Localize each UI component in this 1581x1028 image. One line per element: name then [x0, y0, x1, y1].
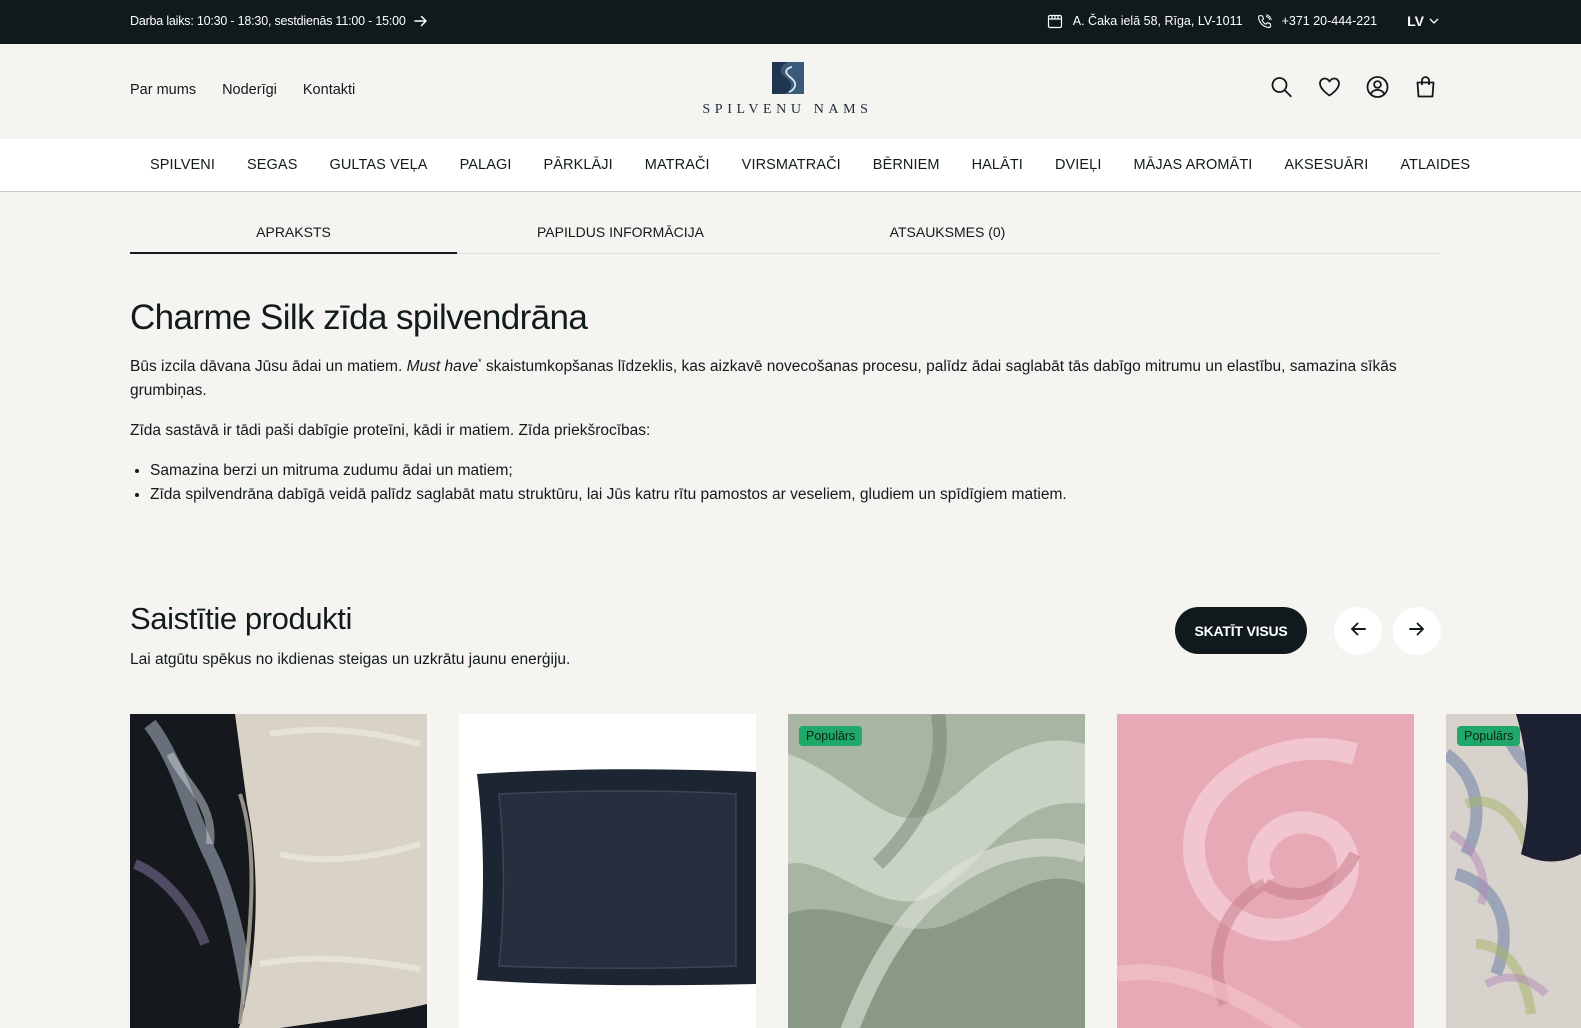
site-header: Par mums Noderīgi Kontakti SPILVENU NAMS	[0, 44, 1581, 139]
product-card-navy-pillowcase[interactable]	[459, 714, 756, 1028]
language-selector[interactable]: LV	[1407, 13, 1439, 29]
header-link-useful[interactable]: Noderīgi	[222, 82, 277, 98]
product-card-floral-silk[interactable]: Populārs	[1446, 714, 1581, 1028]
nav-item-parklaji[interactable]: PĀRKLĀJI	[543, 157, 612, 173]
nav-item-virsmatraci[interactable]: VIRSMATRAČI	[742, 157, 841, 173]
product-image	[459, 714, 756, 1028]
benefit-item: Samazina berzi un mitruma zudumu ādai un…	[150, 459, 1442, 483]
top-bar: Darba laiks: 10:30 - 18:30, sestdienās 1…	[0, 0, 1581, 44]
store-icon	[1047, 14, 1063, 29]
logo-text: SPILVENU NAMS	[702, 102, 873, 117]
arrow-right-icon	[413, 15, 428, 27]
site-logo[interactable]: SPILVENU NAMS	[700, 62, 875, 124]
nav-item-palagi[interactable]: PALAGI	[460, 157, 512, 173]
header-icons	[1270, 75, 1437, 99]
chevron-down-icon	[1429, 18, 1439, 24]
badge-popular: Populārs	[1457, 726, 1521, 746]
arrow-left-icon	[1350, 622, 1366, 641]
benefits-list: Samazina berzi un mitruma zudumu ādai un…	[130, 459, 1442, 507]
store-address[interactable]: A. Čaka ielā 58, Rīga, LV-1011	[1047, 14, 1243, 29]
logo-mark-icon	[771, 62, 804, 94]
benefit-item: Zīda spilvendrāna dabīgā veidā palīdz sa…	[150, 483, 1442, 507]
header-link-about[interactable]: Par mums	[130, 82, 196, 98]
nav-item-atlaides[interactable]: ATLAIDES	[1400, 157, 1470, 173]
header-links: Par mums Noderīgi Kontakti	[130, 82, 355, 98]
working-hours[interactable]: Darba laiks: 10:30 - 18:30, sestdienās 1…	[130, 14, 428, 28]
wishlist-heart-icon[interactable]	[1318, 75, 1341, 99]
product-image	[1446, 714, 1581, 1028]
nav-item-gultas-vela[interactable]: GULTAS VEĻA	[329, 157, 427, 173]
nav-item-dvieli[interactable]: DVIEĻI	[1055, 157, 1102, 173]
description-paragraph-2: Zīda sastāvā ir tādi paši dabīgie proteī…	[130, 422, 651, 440]
p1-start: Būs izcila dāvana Jūsu ādai un matiem.	[130, 358, 407, 376]
p1-emphasis: Must have	[406, 358, 479, 376]
product-image	[1117, 714, 1414, 1028]
phone-link[interactable]: +371 20-444-221	[1257, 13, 1378, 29]
nav-item-segas[interactable]: SEGAS	[247, 157, 297, 173]
tab-reviews[interactable]: ATSAUKSMES (0)	[784, 224, 1111, 254]
nav-item-halati[interactable]: HALĀTI	[972, 157, 1023, 173]
account-icon[interactable]	[1366, 75, 1389, 99]
working-hours-text: Darba laiks: 10:30 - 18:30, sestdienās 1…	[130, 14, 406, 28]
product-card-pink-silk[interactable]	[1117, 714, 1414, 1028]
language-label: LV	[1407, 13, 1424, 29]
product-card-sage-silk[interactable]: Populārs	[788, 714, 1085, 1028]
badge-popular: Populārs	[799, 726, 863, 746]
arrow-right-icon	[1409, 622, 1425, 641]
tab-description[interactable]: APRAKSTS	[130, 224, 457, 254]
tab-additional-info[interactable]: PAPILDUS INFORMĀCIJA	[457, 224, 784, 254]
nav-item-majas-aromati[interactable]: MĀJAS AROMĀTI	[1133, 157, 1252, 173]
product-image	[130, 714, 427, 1028]
address-text: A. Čaka ielā 58, Rīga, LV-1011	[1072, 14, 1243, 28]
search-icon[interactable]	[1270, 75, 1293, 99]
product-image	[788, 714, 1085, 1028]
product-card-ivory-silk[interactable]	[130, 714, 427, 1028]
phone-icon	[1257, 13, 1272, 29]
carousel-next-button[interactable]	[1393, 607, 1441, 655]
related-products-title: Saistītie produkti	[130, 601, 352, 636]
product-title: Charme Silk zīda spilvendrāna	[130, 298, 588, 337]
header-link-contacts[interactable]: Kontakti	[303, 82, 355, 98]
product-tabs: APRAKSTS PAPILDUS INFORMĀCIJA ATSAUKSMES…	[130, 214, 1441, 254]
main-navigation: SPILVENI SEGAS GULTAS VEĻA PALAGI PĀRKLĀ…	[0, 139, 1581, 192]
nav-item-matraci[interactable]: MATRAČI	[645, 157, 710, 173]
phone-text: +371 20-444-221	[1281, 14, 1378, 28]
nav-item-spilveni[interactable]: SPILVENI	[150, 157, 215, 173]
description-paragraph-1: Būs izcila dāvana Jūsu ādai un matiem. M…	[130, 350, 1442, 403]
nav-item-aksesuari[interactable]: AKSESUĀRI	[1284, 157, 1368, 173]
nav-item-berniem[interactable]: BĒRNIEM	[873, 157, 940, 173]
cart-bag-icon[interactable]	[1414, 75, 1437, 99]
related-products-subtitle: Lai atgūtu spēkus no ikdienas steigas un…	[130, 651, 571, 668]
view-all-button[interactable]: SKATĪT VISUS	[1175, 607, 1307, 654]
product-description: Charme Silk zīda spilvendrāna Būs izcila…	[130, 296, 1442, 507]
carousel-prev-button[interactable]	[1334, 607, 1382, 655]
